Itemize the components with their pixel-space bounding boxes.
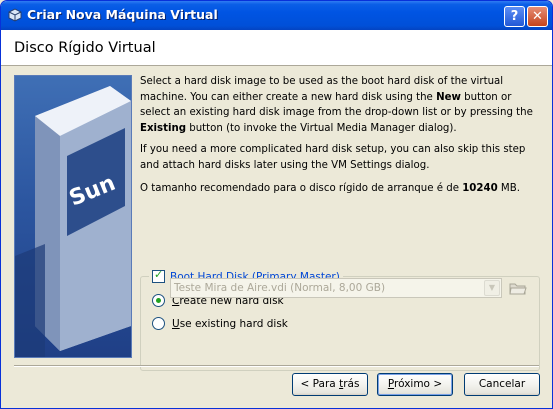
next-rest: róximo > xyxy=(394,378,443,390)
chevron-down-icon[interactable]: ▼ xyxy=(484,280,500,296)
back-pre: < Para xyxy=(300,378,340,390)
use-rest: se existing hard disk xyxy=(179,317,288,330)
recommended-size-value: 10240 xyxy=(462,183,498,194)
help-button[interactable]: ? xyxy=(504,6,525,27)
next-button[interactable]: Próximo > xyxy=(377,373,453,396)
existing-disk-value: Teste Mira de Aire.vdi (Normal, 8,00 GB) xyxy=(174,282,386,294)
intro-paragraph: Select a hard disk image to be used as t… xyxy=(140,74,535,136)
radio-unselected-icon[interactable] xyxy=(152,317,165,330)
wizard-header: Disco Rígido Virtual xyxy=(1,30,552,66)
virtualbox-cube-illustration: Sun xyxy=(15,86,131,357)
radio-dot-icon xyxy=(156,298,161,303)
virtualbox-watermark-image: Sun xyxy=(14,75,132,358)
checkbox-box[interactable]: ✓ xyxy=(152,268,165,283)
use-existing-disk-label: Use existing hard disk xyxy=(172,318,288,330)
new-keyword: New xyxy=(436,91,461,103)
virtualbox-app-icon xyxy=(8,8,22,22)
use-existing-disk-radio[interactable]: Use existing hard disk xyxy=(152,317,288,330)
wizard-content: Sun Select a hard disk image to be used … xyxy=(1,66,552,371)
recommended-size-unit: MB. xyxy=(497,183,520,194)
back-button[interactable]: < Para trás xyxy=(292,373,368,396)
cancel-button[interactable]: Cancelar xyxy=(464,373,540,396)
footer-divider xyxy=(14,365,539,367)
wizard-window: Criar Nova Máquina Virtual ? ✕ Disco Ríg… xyxy=(0,0,553,409)
recommended-size-text: O tamanho recomendado para o disco rígid… xyxy=(140,183,463,194)
open-folder-icon[interactable] xyxy=(508,278,528,298)
back-post: rás xyxy=(343,378,360,390)
complex-setup-paragraph: If you need a more complicated hard disk… xyxy=(140,144,526,171)
close-button[interactable]: ✕ xyxy=(527,6,548,27)
use-accel: U xyxy=(172,317,180,330)
title-bar[interactable]: Criar Nova Máquina Virtual ? ✕ xyxy=(1,1,552,30)
recommended-size-paragraph: O tamanho recomendado para o disco rígid… xyxy=(140,181,535,197)
radio-selected-icon[interactable] xyxy=(152,294,165,307)
page-title: Disco Rígido Virtual xyxy=(14,40,156,56)
window-title: Criar Nova Máquina Virtual xyxy=(27,7,218,22)
intro-text-c: button (to invoke the Virtual Media Mana… xyxy=(186,122,457,134)
existing-disk-select[interactable]: Teste Mira de Aire.vdi (Normal, 8,00 GB)… xyxy=(170,278,502,298)
existing-keyword: Existing xyxy=(140,122,186,134)
checkmark-icon: ✓ xyxy=(154,268,164,281)
